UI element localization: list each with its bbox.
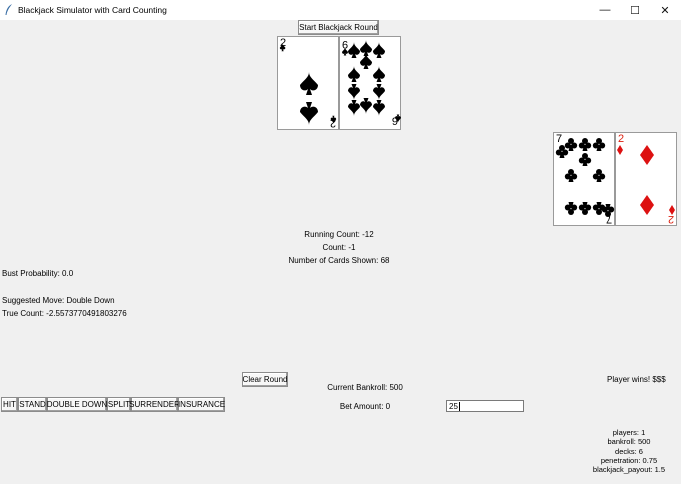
bet-input-value: 25 <box>449 401 458 411</box>
club-icon <box>555 138 615 217</box>
text-cursor <box>458 401 460 411</box>
running-count-label: Running Count: -12 <box>304 230 374 239</box>
bet-amount-input[interactable]: 25 <box>446 400 524 412</box>
penetration-setting: penetration: 0.75 <box>600 455 658 465</box>
hit-button[interactable]: HIT <box>1 397 18 412</box>
minimize-icon: — <box>599 4 611 16</box>
decks-setting: decks: 6 <box>615 446 643 456</box>
maximize-icon: ☐ <box>630 4 640 17</box>
cards-shown-label: Number of Cards Shown: 68 <box>288 256 390 265</box>
result-label: Player wins! $$$ <box>607 375 666 384</box>
spade-icon <box>342 40 401 123</box>
suggested-move-label: Suggested Move: Double Down <box>2 296 115 305</box>
window-title: Blackjack Simulator with Card Counting <box>18 5 167 15</box>
settings-panel: players: 1 bankroll: 500 decks: 6 penetr… <box>590 428 668 474</box>
clear-round-button[interactable]: Clear Round <box>242 372 288 387</box>
double-down-button[interactable]: DOUBLE DOWN <box>47 397 107 412</box>
dealer-card-2: 9 9 <box>339 36 401 130</box>
diamond-icon <box>617 145 675 215</box>
count-label: Count: -1 <box>322 243 356 252</box>
split-button[interactable]: SPLIT <box>107 397 131 412</box>
player-card-1: 7 7 <box>553 132 615 226</box>
players-setting: players: 1 <box>612 428 646 437</box>
surrender-button[interactable]: SURRENDER <box>129 397 180 412</box>
stand-button[interactable]: STAND <box>18 397 47 412</box>
feather-icon <box>5 4 12 15</box>
true-count-label: True Count: -2.5573770491803276 <box>2 309 127 318</box>
spade-icon <box>279 43 337 125</box>
bankroll-label: Current Bankroll: 500 <box>327 383 403 392</box>
bankroll-setting: bankroll: 500 <box>607 437 651 447</box>
start-round-button[interactable]: Start Blackjack Round <box>298 20 379 35</box>
title-bar: Blackjack Simulator with Card Counting <box>0 0 681 20</box>
minimize-button[interactable]: — <box>590 0 620 20</box>
insurance-button[interactable]: INSURANCE <box>178 397 225 412</box>
close-icon: ✕ <box>660 4 670 17</box>
payout-setting: blackjack_payout: 1.5 <box>592 465 666 475</box>
bust-probability-label: Bust Probability: 0.0 <box>2 269 74 278</box>
maximize-button[interactable]: ☐ <box>620 0 650 20</box>
bet-amount-label: Bet Amount: 0 <box>339 402 391 411</box>
close-button[interactable]: ✕ <box>650 0 680 20</box>
dealer-card-1: 2 2 <box>277 36 339 130</box>
player-card-2: 2 2 <box>615 132 677 226</box>
